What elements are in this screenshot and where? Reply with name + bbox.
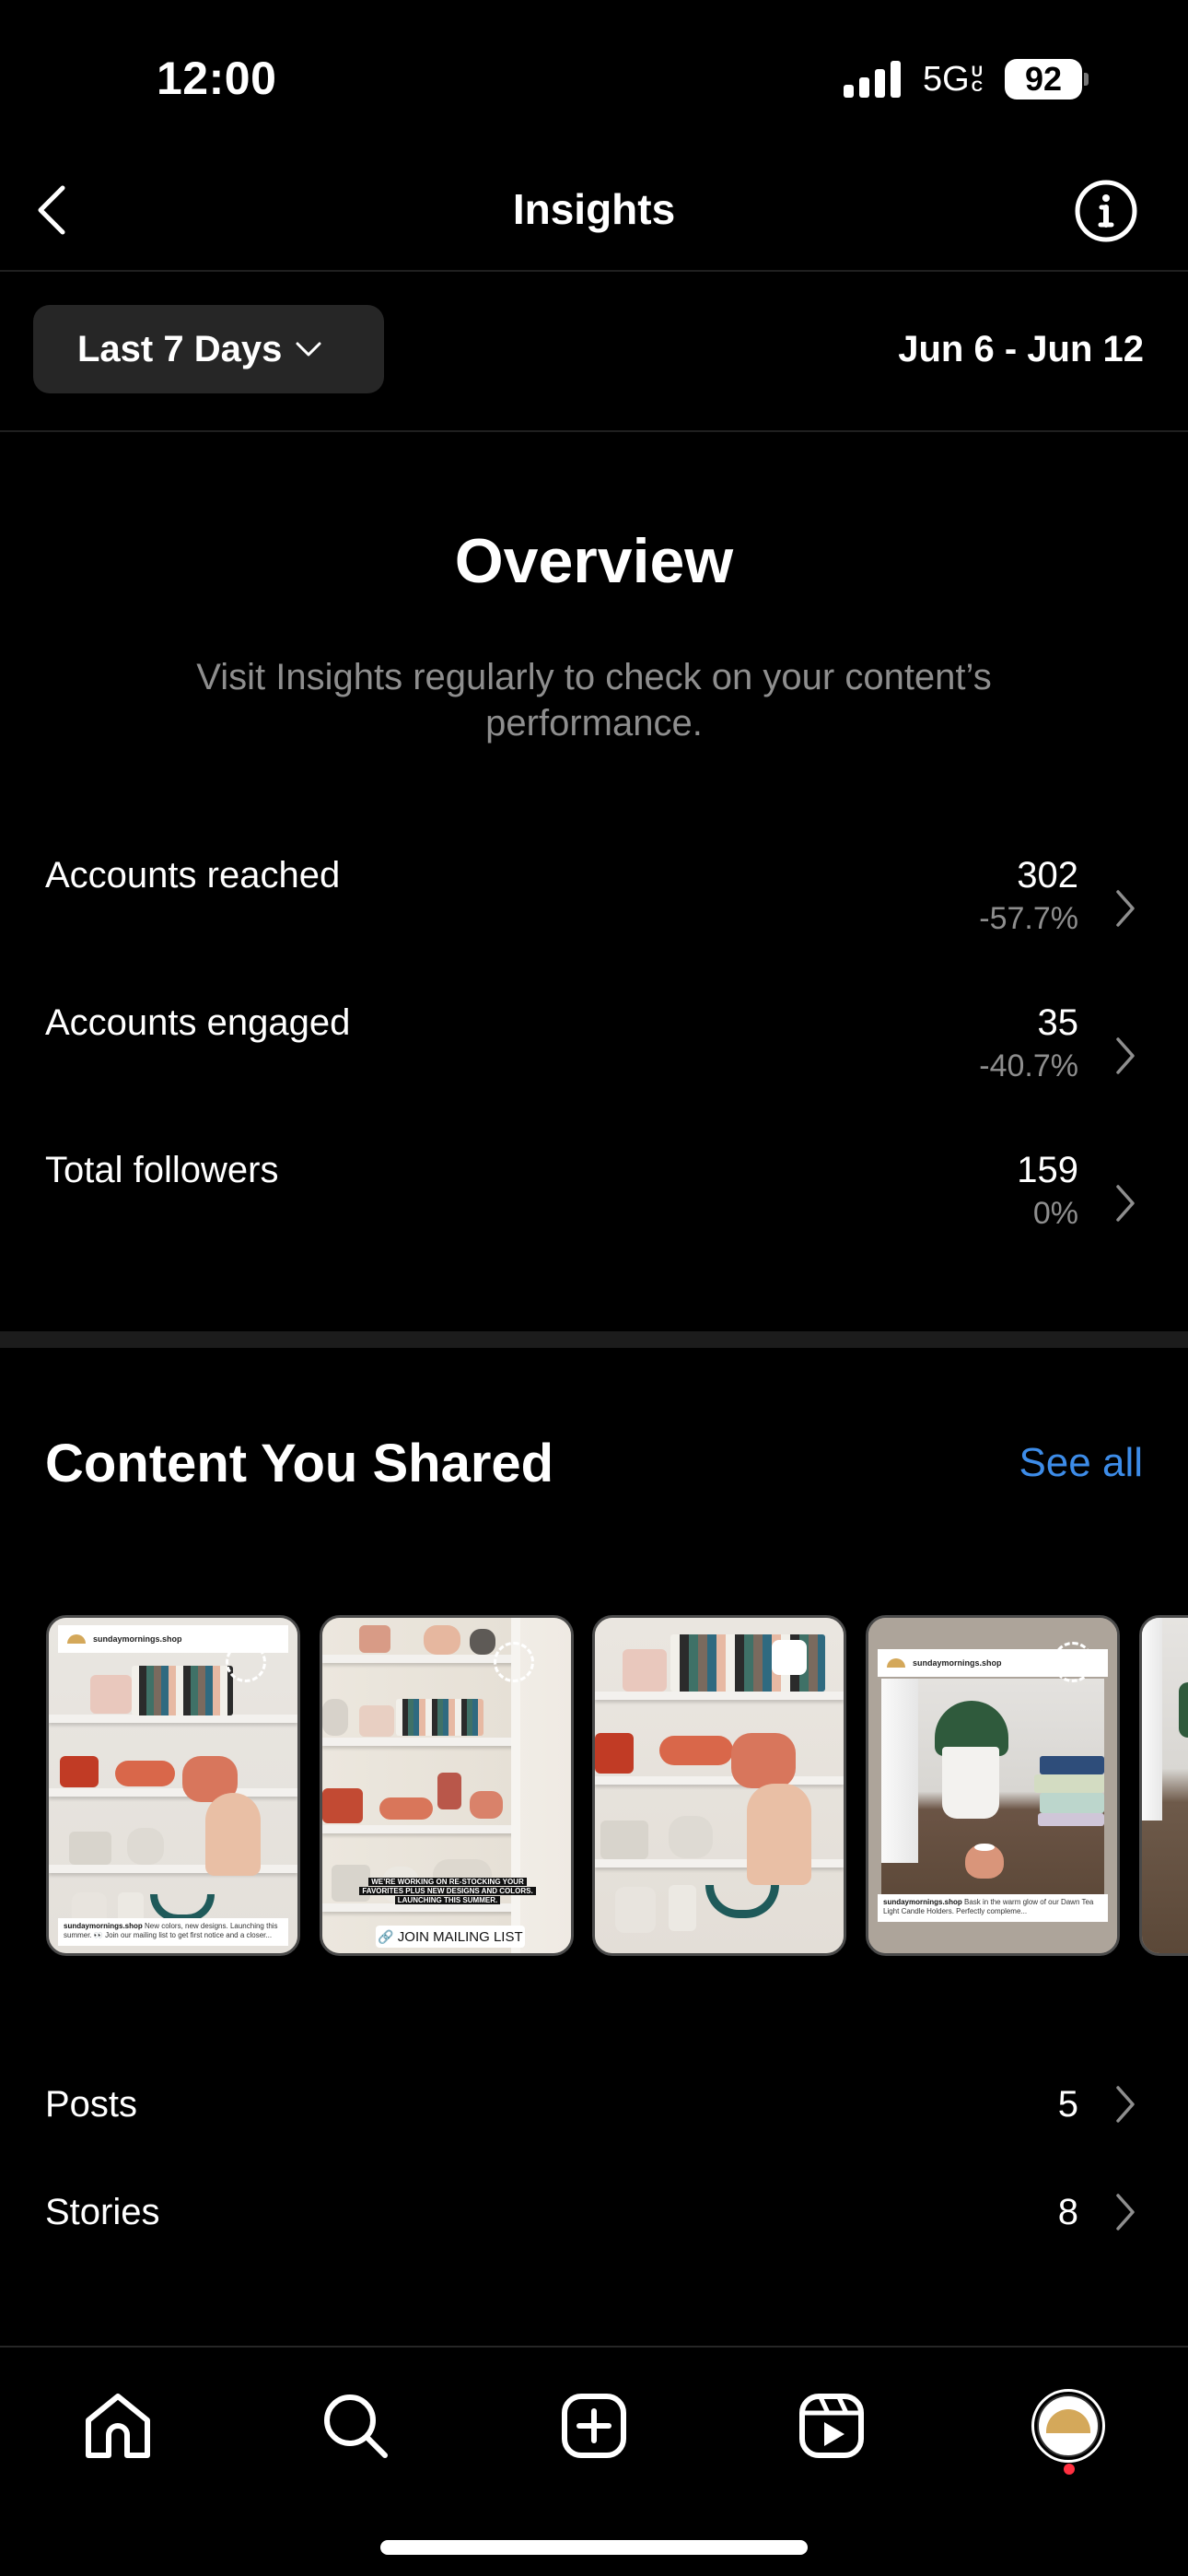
brand-logo-icon: [67, 1634, 86, 1644]
content-thumbnail[interactable]: sundaymornings.shop sundaymornings.shop …: [46, 1615, 300, 1956]
story-ring-icon: [226, 1642, 266, 1682]
tab-home[interactable]: [76, 2384, 159, 2467]
see-all-link[interactable]: See all: [1019, 1440, 1143, 1486]
chevron-right-icon: [1116, 2194, 1135, 2231]
status-indicators: 5G U C 92: [844, 59, 1089, 100]
metric-row-total-followers[interactable]: Total followers 159 0%: [0, 1150, 1188, 1251]
brand-logo-icon: [1046, 2409, 1090, 2433]
chevron-right-icon: [1116, 890, 1135, 927]
content-shared-title: Content You Shared: [45, 1434, 554, 1493]
status-bar: 12:00 5G U C 92: [0, 0, 1188, 157]
content-thumbnail[interactable]: [1139, 1615, 1188, 1956]
tab-profile[interactable]: [1027, 2384, 1110, 2467]
story-ring-icon: [1053, 1642, 1093, 1682]
page-title: Insights: [512, 185, 676, 233]
chevron-down-icon: [296, 342, 321, 357]
metric-row-accounts-reached[interactable]: Accounts reached 302 -57.7%: [0, 855, 1188, 956]
section-divider: [0, 1331, 1188, 1348]
chevron-right-icon: [1116, 1037, 1135, 1074]
content-thumbnail[interactable]: sundaymornings.shop sundaymornings.shop …: [866, 1615, 1120, 1956]
chevron-right-icon: [1116, 1185, 1135, 1222]
reshare-caption: sundaymornings.shop Bask in the warm glo…: [878, 1894, 1108, 1922]
content-thumbnail[interactable]: [592, 1615, 846, 1956]
list-label: Stories: [45, 2192, 160, 2232]
reels-icon: [799, 2394, 864, 2458]
metric-value: 159: [1017, 1150, 1078, 1190]
overview-title: Overview: [454, 526, 734, 596]
tab-create[interactable]: [553, 2384, 635, 2467]
network-type: 5G U C: [923, 59, 983, 99]
date-range-label: Last 7 Days: [77, 328, 283, 369]
metric-change: 0%: [1032, 1196, 1078, 1231]
date-range-text: Jun 6 - Jun 12: [898, 329, 1144, 369]
content-thumbnail[interactable]: WE’RE WORKING ON RE-STOCKING YOUR FAVORI…: [320, 1615, 574, 1956]
metric-value: 302: [1017, 855, 1078, 896]
info-button[interactable]: [1074, 179, 1138, 243]
home-icon: [86, 2394, 150, 2458]
thumbnail-image: [1142, 1618, 1188, 1953]
metric-change: -40.7%: [979, 1048, 1078, 1083]
battery-level: 92: [1005, 59, 1082, 100]
link-icon: 🔗: [378, 1928, 394, 1944]
metric-label: Accounts engaged: [45, 1002, 351, 1043]
nav-header: Insights: [0, 157, 1188, 272]
metric-label: Total followers: [45, 1150, 279, 1190]
search-icon: [324, 2395, 388, 2458]
link-sticker: 🔗 JOIN MAILING LIST: [376, 1926, 525, 1948]
avatar: [1031, 2389, 1105, 2463]
cellular-signal-icon: [844, 61, 902, 98]
tab-reels[interactable]: [790, 2384, 873, 2467]
overview-subtitle: Visit Insights regularly to check on you…: [196, 657, 992, 744]
list-row-posts[interactable]: Posts 5: [0, 2084, 1188, 2158]
info-icon: [1075, 180, 1137, 242]
story-ring-icon: [494, 1642, 534, 1682]
status-time: 12:00: [157, 53, 277, 104]
story-text-overlay: WE’RE WORKING ON RE-STOCKING YOUR FAVORI…: [343, 1878, 553, 1905]
reshare-username: sundaymornings.shop: [913, 1658, 1002, 1668]
plus-square-icon: [562, 2394, 626, 2458]
list-value: 8: [1057, 2192, 1078, 2232]
notification-dot: [1064, 2464, 1075, 2475]
list-label: Posts: [45, 2084, 138, 2125]
list-value: 5: [1057, 2084, 1078, 2125]
metric-label: Accounts reached: [45, 855, 341, 896]
tab-search[interactable]: [314, 2384, 397, 2467]
brand-logo-icon: [887, 1658, 905, 1668]
home-indicator[interactable]: [380, 2540, 808, 2555]
chevron-right-icon: [1116, 2086, 1135, 2123]
battery-icon: 92: [1005, 59, 1089, 100]
list-row-stories[interactable]: Stories 8: [0, 2192, 1188, 2266]
date-range-dropdown[interactable]: Last 7 Days: [33, 305, 384, 393]
metric-row-accounts-engaged[interactable]: Accounts engaged 35 -40.7%: [0, 1002, 1188, 1104]
filter-row: Last 7 Days Jun 6 - Jun 12: [0, 274, 1188, 432]
reshare-username: sundaymornings.shop: [93, 1634, 182, 1644]
metric-value: 35: [1037, 1002, 1079, 1043]
metric-change: -57.7%: [979, 901, 1078, 936]
reshare-caption: sundaymornings.shop New colors, new desi…: [58, 1918, 288, 1946]
story-sticker-icon: [772, 1640, 807, 1675]
